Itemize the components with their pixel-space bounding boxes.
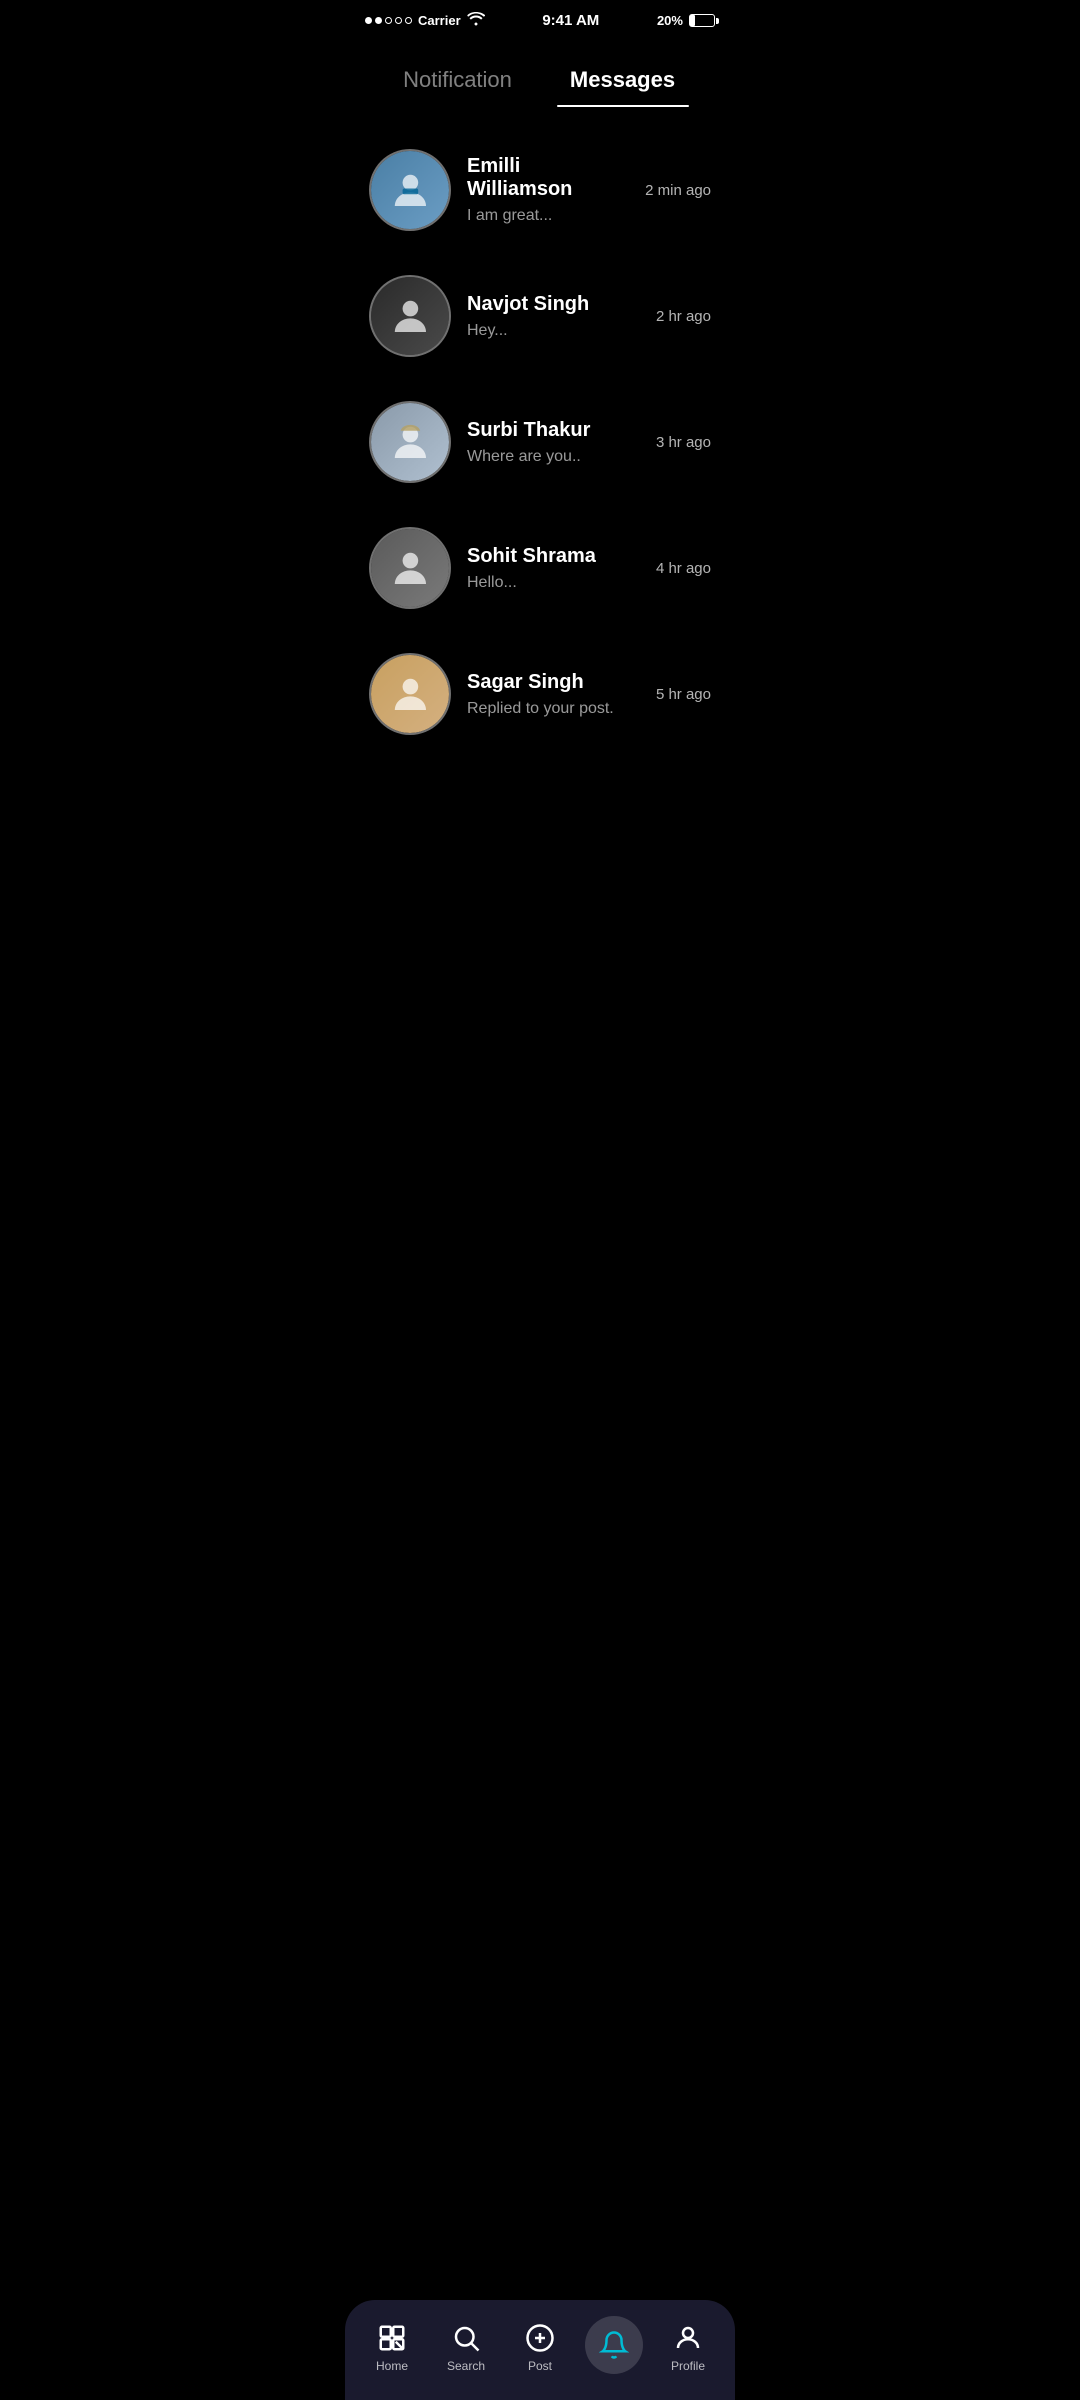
message-name: Navjot Singh: [467, 293, 640, 316]
message-name: Sohit Shrama: [467, 545, 640, 568]
battery-percentage: 20%: [657, 13, 683, 28]
message-item[interactable]: Emilli Williamson I am great... 2 min ag…: [345, 127, 735, 253]
tabs-header: Notification Messages: [345, 35, 735, 107]
message-content: Sohit Shrama Hello...: [451, 545, 656, 592]
nav-item-search[interactable]: Search: [436, 2323, 496, 2373]
message-preview: Replied to your post.: [467, 700, 640, 718]
post-label: Post: [528, 2359, 552, 2373]
message-item[interactable]: Sohit Shrama Hello... 4 hr ago: [345, 505, 735, 631]
post-icon: [525, 2323, 555, 2353]
message-preview: I am great...: [467, 207, 629, 225]
avatar: [369, 653, 451, 735]
signal-dot-4: [395, 17, 402, 24]
nav-item-home[interactable]: Home: [362, 2323, 422, 2373]
search-icon: [451, 2323, 481, 2353]
signal-dot-5: [405, 17, 412, 24]
avatar: [369, 527, 451, 609]
message-time: 3 hr ago: [656, 434, 711, 451]
nav-item-profile[interactable]: Profile: [658, 2323, 718, 2373]
message-name: Surbi Thakur: [467, 419, 640, 442]
messages-list: Emilli Williamson I am great... 2 min ag…: [345, 107, 735, 777]
profile-label: Profile: [671, 2359, 705, 2373]
tab-messages[interactable]: Messages: [540, 55, 705, 107]
message-item[interactable]: Sagar Singh Replied to your post. 5 hr a…: [345, 631, 735, 757]
message-content: Emilli Williamson I am great...: [451, 155, 645, 225]
message-preview: Where are you..: [467, 448, 640, 466]
battery-fill: [690, 15, 695, 26]
nav-item-post[interactable]: Post: [510, 2323, 570, 2373]
avatar: [369, 275, 451, 357]
signal-dots: [365, 17, 412, 24]
home-label: Home: [376, 2359, 408, 2373]
nav-spacer: [345, 777, 735, 877]
carrier-label: Carrier: [418, 13, 461, 28]
home-icon: [377, 2323, 407, 2353]
signal-dot-1: [365, 17, 372, 24]
status-right: 20%: [657, 13, 715, 28]
avatar-image-4: [371, 529, 449, 607]
avatar-image-1: [371, 151, 449, 229]
message-item[interactable]: Navjot Singh Hey... 2 hr ago: [345, 253, 735, 379]
search-label: Search: [447, 2359, 485, 2373]
avatar-image-5: [371, 655, 449, 733]
message-name: Sagar Singh: [467, 671, 640, 694]
message-content: Sagar Singh Replied to your post.: [451, 671, 656, 718]
message-time: 5 hr ago: [656, 686, 711, 703]
status-left: Carrier: [365, 12, 485, 29]
status-bar: Carrier 9:41 AM 20%: [345, 0, 735, 35]
message-name: Emilli Williamson: [467, 155, 629, 201]
signal-dot-3: [385, 17, 392, 24]
tab-notification[interactable]: Notification: [375, 55, 540, 107]
avatar: [369, 149, 451, 231]
message-time: 2 min ago: [645, 182, 711, 199]
battery-icon: [689, 14, 715, 27]
nav-item-notifications[interactable]: [584, 2316, 644, 2380]
wifi-icon: [467, 12, 485, 29]
message-time: 4 hr ago: [656, 560, 711, 577]
profile-icon: [673, 2323, 703, 2353]
avatar-image-3: [371, 403, 449, 481]
avatar: [369, 401, 451, 483]
status-time: 9:41 AM: [542, 12, 599, 29]
message-item[interactable]: Surbi Thakur Where are you.. 3 hr ago: [345, 379, 735, 505]
signal-dot-2: [375, 17, 382, 24]
bottom-navigation: Home Search Post: [345, 2300, 735, 2400]
message-content: Surbi Thakur Where are you..: [451, 419, 656, 466]
message-content: Navjot Singh Hey...: [451, 293, 656, 340]
message-time: 2 hr ago: [656, 308, 711, 325]
message-preview: Hey...: [467, 322, 640, 340]
avatar-image-2: [371, 277, 449, 355]
message-preview: Hello...: [467, 574, 640, 592]
notifications-icon-circle: [585, 2316, 643, 2374]
